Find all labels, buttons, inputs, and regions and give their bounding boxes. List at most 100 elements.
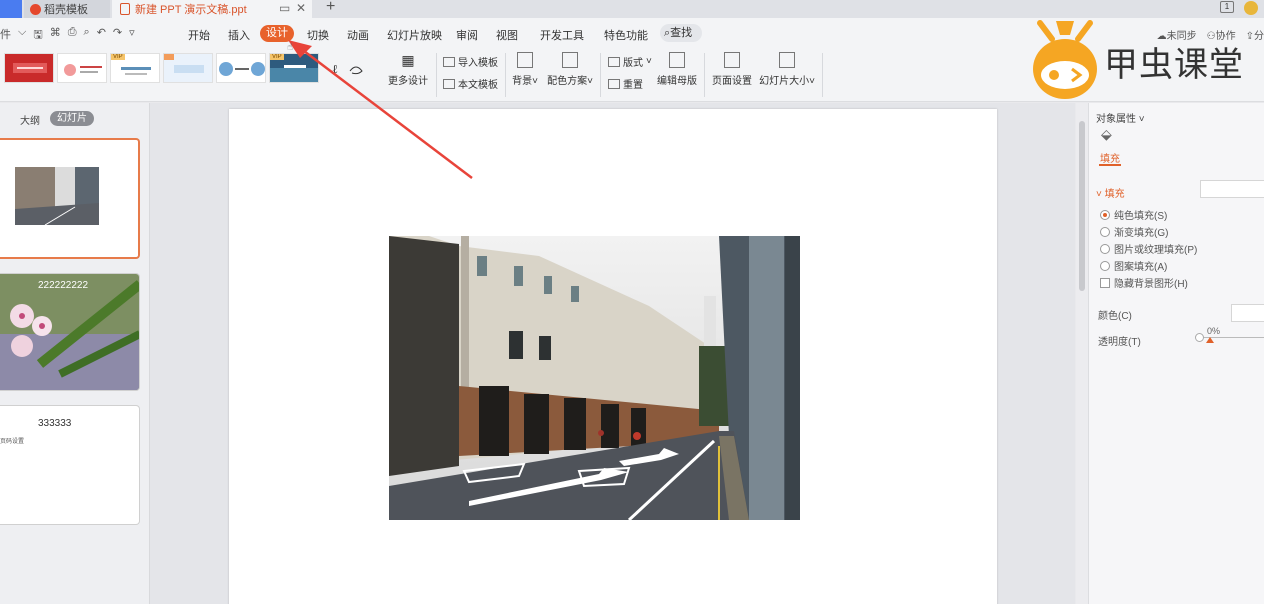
fill-type-dropdown[interactable]: [1200, 180, 1264, 198]
slide-thumbnail-3[interactable]: 333333 页码设置: [0, 405, 140, 525]
chevron-down-icon[interactable]: ⌵: [18, 26, 26, 45]
page-setup-icon: [724, 52, 740, 68]
pattern-fill-option[interactable]: 图案填充(A): [1100, 258, 1167, 273]
slide-2-text: 222222222: [38, 280, 89, 291]
edit-master-icon: [669, 52, 685, 68]
more-design-button[interactable]: ▦ 更多设计: [386, 52, 430, 87]
slide-3-subtitle: 页码设置: [0, 439, 25, 445]
vip-badge: VIP: [111, 54, 125, 60]
design-template-5[interactable]: [216, 53, 266, 83]
flower-photo-thumbnail: [0, 274, 139, 390]
import-template-icon: [443, 56, 455, 67]
tab-design[interactable]: 设计: [260, 25, 294, 42]
scrollbar-thumb[interactable]: [1079, 121, 1085, 291]
import-template-button[interactable]: 导入模板: [443, 54, 498, 69]
undo-icon[interactable]: ↶: [97, 26, 106, 45]
hide-background-checkbox[interactable]: 隐藏背景图形(H): [1100, 275, 1188, 290]
print-icon[interactable]: ⎙: [68, 26, 77, 45]
design-template-3[interactable]: VIP: [110, 53, 160, 83]
gradient-fill-option[interactable]: 渐变填充(G): [1100, 224, 1168, 239]
tab-daoke-templates[interactable]: 稻壳模板: [24, 0, 110, 18]
tab-home[interactable]: 开始: [188, 27, 210, 43]
design-template-2[interactable]: [57, 53, 107, 83]
active-tab-indicator: [1099, 164, 1121, 166]
chevron-down-icon: ˅: [809, 76, 815, 87]
tab-insert[interactable]: 插入: [228, 27, 250, 43]
slider-handle[interactable]: [1206, 337, 1214, 343]
transparency-label: 透明度(T): [1098, 337, 1141, 348]
page-setup-label: 页面设置: [712, 76, 752, 87]
text-template-icon: [443, 78, 455, 89]
text-template-label: 本文模板: [458, 80, 498, 91]
solid-fill-option[interactable]: 纯色填充(S): [1100, 207, 1167, 222]
home-tab[interactable]: [0, 0, 22, 18]
current-slide[interactable]: [229, 109, 997, 604]
color-scheme-button[interactable]: 配色方案˅: [546, 52, 594, 87]
quick-access-toolbar: 件 ⌵ 🖫 ⌘ ⎙ ⌕ ↶ ↷ ▿: [0, 26, 135, 45]
new-tab-button[interactable]: +: [326, 0, 335, 16]
document-tab-bar: 稻壳模板 新建 PPT 演示文稿.ppt ▭ ✕ + 1: [0, 0, 1264, 18]
vertical-scrollbar[interactable]: [1076, 103, 1088, 604]
watermark-text: 甲虫课堂: [1104, 45, 1244, 85]
pin-icon[interactable]: ▭: [279, 1, 290, 15]
tab-slideshow[interactable]: 幻灯片放映: [387, 27, 442, 43]
tab-slides[interactable]: 幻灯片: [50, 111, 94, 126]
menu-file-partial[interactable]: 件: [0, 26, 11, 45]
chevron-down-icon: ˅: [646, 56, 652, 67]
transparency-value: 0%: [1207, 326, 1221, 336]
design-template-4[interactable]: [163, 53, 213, 83]
tab-outline[interactable]: 大纲: [20, 112, 40, 127]
text-template-button[interactable]: 本文模板: [443, 76, 498, 91]
fill-section-header[interactable]: ˅ 填充: [1096, 185, 1125, 200]
tab-developer[interactable]: 开发工具: [540, 27, 584, 43]
slide-size-icon: [779, 52, 795, 68]
svg-text:ℓ: ℓ: [332, 62, 338, 76]
tab-fill[interactable]: 填充: [1100, 150, 1120, 165]
tab-special-features[interactable]: 特色功能: [604, 27, 648, 43]
print-preview-icon[interactable]: ⌕: [84, 26, 90, 45]
edit-master-button[interactable]: 编辑母版: [656, 52, 698, 87]
tab-label: 稻壳模板: [44, 4, 88, 16]
pane-title-text: 对象属性: [1096, 114, 1136, 125]
redo-icon[interactable]: ↷: [113, 26, 122, 45]
design-template-6[interactable]: VIP: [269, 53, 319, 83]
color-picker[interactable]: [1231, 304, 1264, 322]
customize-icon[interactable]: ▿: [129, 26, 135, 45]
reset-button[interactable]: 重置: [608, 76, 643, 91]
picture-fill-option[interactable]: 图片或纹理填充(P): [1100, 241, 1197, 256]
radio-icon: [1100, 243, 1110, 254]
layout-button[interactable]: 版式 ˅: [608, 54, 652, 69]
tab-animations[interactable]: 动画: [347, 27, 369, 43]
slide-size-label: 幻灯片大小: [759, 76, 810, 87]
street-photo-thumbnail: [15, 167, 99, 225]
slide-size-button[interactable]: 幻灯片大小˅: [758, 52, 816, 87]
workspace-icon[interactable]: 1: [1220, 1, 1234, 13]
search-button[interactable]: ⌕查找: [660, 24, 702, 42]
radio-icon: [1100, 260, 1110, 271]
color-scheme-label: 配色方案: [547, 76, 588, 87]
color-scheme-icon: [562, 52, 578, 68]
tab-transitions[interactable]: 切换: [307, 27, 329, 43]
edit-master-label: 编辑母版: [657, 76, 697, 87]
slide-3-title: 333333: [38, 418, 72, 429]
street-photo[interactable]: [389, 236, 800, 520]
background-button[interactable]: 背景˅: [510, 52, 540, 87]
daoke-logo-icon: [30, 3, 41, 15]
fill-bucket-icon[interactable]: ⬙: [1101, 126, 1112, 143]
close-tab-icon[interactable]: ✕: [296, 1, 306, 15]
page-setup-button[interactable]: 页面设置: [710, 52, 754, 87]
slide-thumbnail-1[interactable]: [0, 138, 140, 259]
radio-checked-icon: [1100, 209, 1110, 220]
tab-view[interactable]: 视图: [496, 27, 518, 43]
avatar[interactable]: [1244, 1, 1258, 15]
option-label: 图片或纹理填充(P): [1114, 245, 1198, 256]
option-label: 图案填充(A): [1114, 262, 1168, 273]
design-template-1[interactable]: [4, 53, 54, 83]
tab-review[interactable]: 审阅: [456, 27, 478, 43]
format-painter-icon[interactable]: ⌘: [50, 26, 61, 45]
design-template-7[interactable]: ℓ: [322, 53, 372, 83]
option-label: 纯色填充(S): [1114, 211, 1168, 222]
save-icon[interactable]: 🖫: [33, 26, 42, 45]
slider-minus-button[interactable]: [1195, 333, 1204, 342]
slide-thumbnail-2[interactable]: 222222222: [0, 273, 140, 391]
